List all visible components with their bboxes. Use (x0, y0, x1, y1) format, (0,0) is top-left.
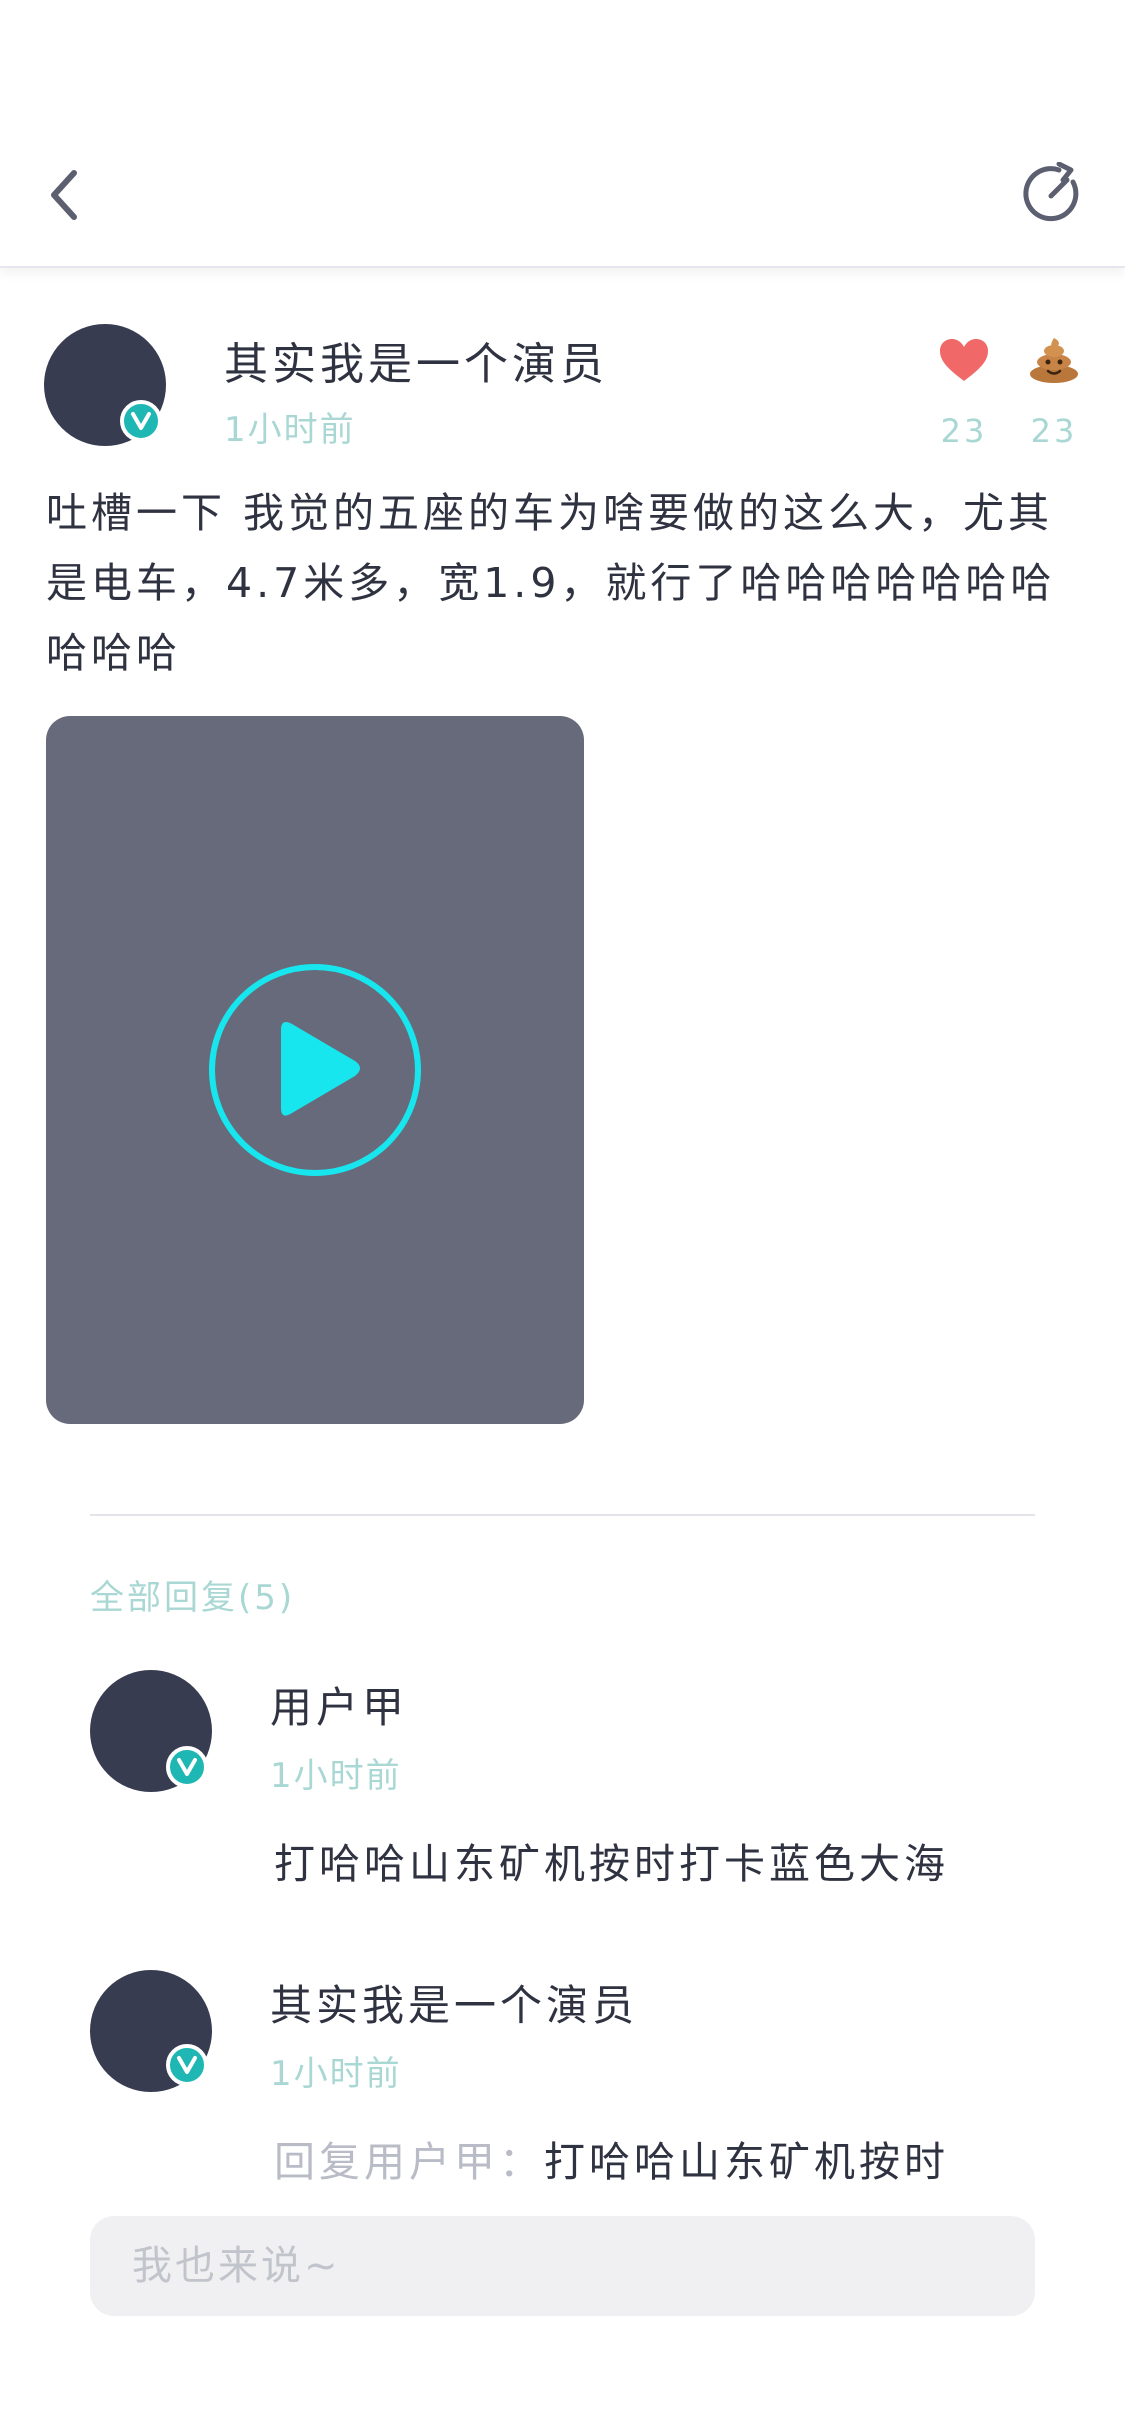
poop-button[interactable]: 23 (1014, 330, 1094, 450)
divider (90, 1514, 1035, 1516)
heart-icon (940, 339, 988, 381)
comment-input[interactable] (132, 2243, 1035, 2289)
refresh-icon (1023, 162, 1079, 222)
refresh-button[interactable] (1017, 158, 1089, 230)
poop-icon (1030, 338, 1078, 383)
reply-text: 打哈哈山东矿机按时打卡蓝色大海 (274, 1840, 949, 1888)
reply-content: 回复用户甲：打哈哈山东矿机按时 (274, 2128, 949, 2188)
verified-icon (166, 1746, 208, 1788)
like-count: 23 (940, 412, 988, 450)
comment-input-bar[interactable] (90, 2216, 1035, 2316)
verified-icon (166, 2044, 208, 2086)
replies-header: 全部回复(5) (90, 1578, 296, 1618)
reply-text: 打哈哈山东矿机按时 (544, 2138, 949, 2186)
reply-author[interactable]: 其实我是一个演员 (270, 1972, 638, 2033)
verified-icon (120, 400, 162, 442)
author-name[interactable]: 其实我是一个演员 (224, 328, 608, 392)
reply-prefix: 回复用户甲： (274, 2138, 544, 2186)
back-button[interactable] (34, 160, 94, 230)
poop-count: 23 (1030, 412, 1078, 450)
post-time: 1小时前 (224, 410, 356, 450)
play-icon[interactable] (205, 960, 425, 1180)
like-button[interactable]: 23 (924, 330, 1004, 450)
video-thumbnail[interactable] (46, 716, 584, 1424)
reply-time: 1小时前 (270, 1756, 402, 1796)
top-navigation-bar (0, 0, 1125, 268)
reply-author[interactable]: 用户甲 (270, 1674, 408, 1735)
reply-time: 1小时前 (270, 2054, 402, 2094)
back-icon (51, 170, 77, 220)
post-content: 吐槽一下 我觉的五座的车为啥要做的这么大，尤其是电车，4.7米多，宽1.9，就行… (46, 489, 1056, 677)
reply-content: 打哈哈山东矿机按时打卡蓝色大海 (274, 1830, 949, 1890)
